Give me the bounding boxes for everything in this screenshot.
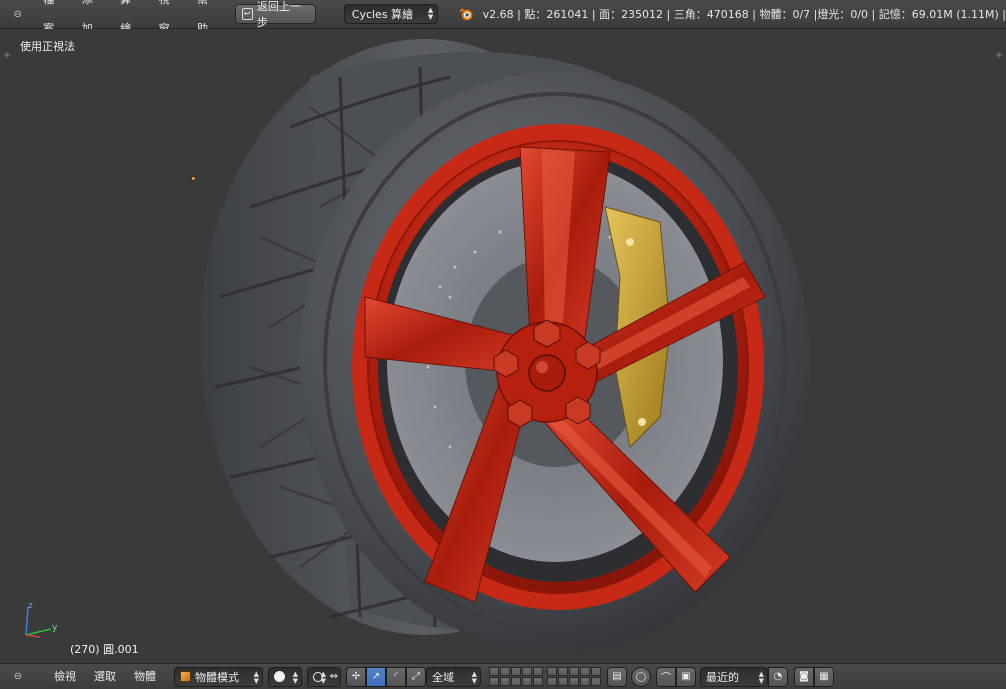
dropdown-arrows-icon: ▲ ▼ [320, 669, 326, 685]
3d-view-header: ⊝ 檢視 選取 物體 物體模式 ▲ ▼ ▲ ▼ ▲ ▼ ⇔ ✢ ↗ ◜ ⤢ 全域 ▲ ▼… [0, 663, 1006, 689]
scale-icon[interactable]: ⤢ [406, 666, 426, 687]
manipulator-icon[interactable]: ✢ [346, 666, 366, 687]
layers-icon[interactable] [547, 667, 601, 686]
header-toggle-icon[interactable]: ⊝ [9, 5, 26, 23]
dropdown-arrows-icon: ▲ ▼ [292, 669, 298, 685]
snap-target-select[interactable]: 最近的 ▲ ▼ [700, 666, 768, 687]
blender-logo-icon [459, 8, 473, 21]
origins-icon: ⇔ [329, 670, 338, 682]
manipulator-group: ✢ ↗ ◜ ⤢ [346, 666, 426, 687]
render-engine-select[interactable]: Cycles 算繪 ▲ ▼ [343, 4, 439, 24]
lock-layers-icon[interactable]: ▤ [607, 666, 627, 687]
undo-icon: ↩ [241, 8, 253, 20]
align-rotation-icon[interactable]: ◔ [768, 666, 788, 687]
wheel-model[interactable] [190, 37, 820, 657]
view-projection-label: 使用正視法 [20, 40, 75, 53]
axis-y-label: y [52, 623, 58, 633]
transform-orientation-value: 全域 [432, 670, 454, 684]
scene-stats: v2.68 | 點：261041 | 面：235012 | 三角：470168 … [482, 8, 1006, 21]
translate-icon[interactable]: ↗ [366, 666, 386, 687]
dropdown-arrows-icon: ▲ ▼ [253, 669, 259, 685]
info-header: ⊝ 檔案 添加 算繪 視窗 幫助 ↩ 返回上一步 Cycles 算繪 ▲▼ v2… [0, 0, 1006, 35]
properties-expand-icon[interactable]: + [994, 51, 1004, 61]
menu-select[interactable]: 選取 [85, 664, 125, 689]
view-menu-bar: 檢視 選取 物體 [45, 664, 165, 689]
header-toggle-icon[interactable]: ⊝ [9, 668, 27, 686]
clapper-icon[interactable]: ▦ [814, 666, 834, 687]
proportional-edit-icon[interactable] [631, 666, 651, 687]
snap-element-icon[interactable]: ▣ [676, 666, 696, 687]
render-engine-value: Cycles 算繪 [351, 8, 414, 21]
render-icon[interactable]: ◙ [794, 666, 814, 687]
snap-target-value: 最近的 [706, 670, 739, 684]
viewport-shading-select[interactable]: ▲ ▼ [268, 666, 302, 687]
axis-gizmo: z y [25, 601, 58, 638]
pivot-point-select[interactable]: ▲ ▼ ⇔ [307, 666, 341, 687]
undo-label: 返回上一步 [256, 0, 301, 29]
menu-object[interactable]: 物體 [125, 664, 165, 689]
transform-orientation-select[interactable]: 全域 ▲ ▼ [426, 666, 481, 687]
layers-icon[interactable] [489, 667, 543, 686]
mode-select[interactable]: 物體模式 ▲ ▼ [174, 666, 263, 687]
dropdown-arrows-icon: ▲ ▼ [471, 669, 477, 685]
undo-button[interactable]: ↩ 返回上一步 [234, 0, 316, 29]
snap-group: ⌒ ▣ [656, 666, 696, 687]
solid-shading-icon [274, 671, 285, 682]
rotate-icon[interactable]: ◜ [386, 666, 406, 687]
snap-icon[interactable]: ⌒ [656, 666, 676, 687]
cube-icon [180, 671, 191, 682]
active-object-info: (270) 圓.001 [70, 643, 139, 656]
dropdown-arrows-icon: ▲ ▼ [427, 6, 434, 21]
toolshelf-expand-icon[interactable]: + [2, 51, 12, 61]
dropdown-arrows-icon: ▲ ▼ [758, 669, 764, 685]
mode-value: 物體模式 [195, 670, 239, 684]
render-group: ◙ ▦ [794, 666, 834, 687]
menu-view[interactable]: 檢視 [45, 664, 85, 689]
3d-viewport[interactable]: 使用正視法 + + z y (270) 圓.001 [0, 29, 1006, 663]
axis-z-label: z [28, 601, 33, 611]
